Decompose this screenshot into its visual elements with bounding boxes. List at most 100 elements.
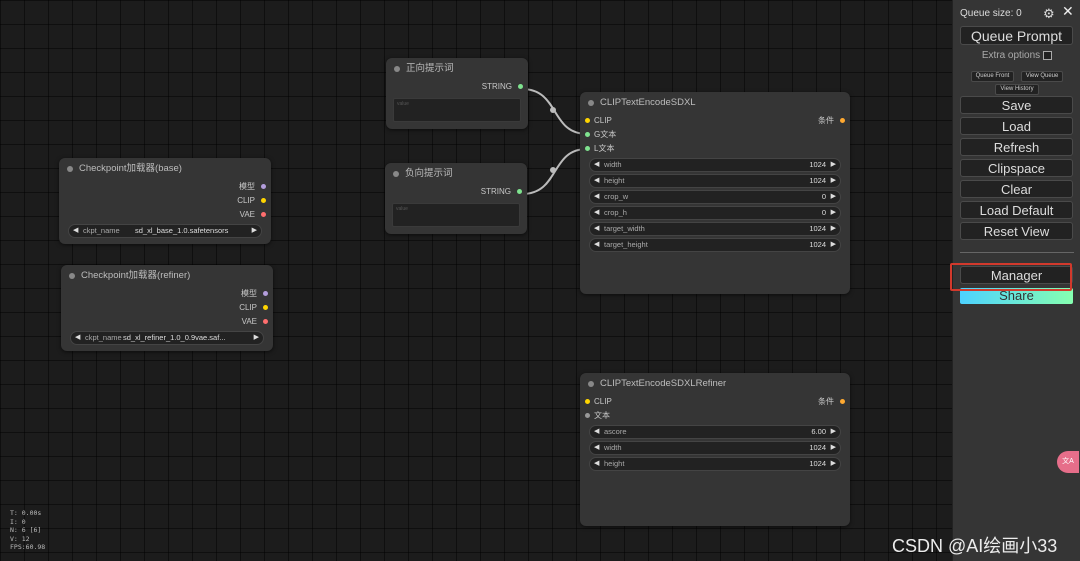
- node-title[interactable]: 正向提示词: [386, 58, 528, 80]
- refresh-button[interactable]: Refresh: [960, 138, 1073, 156]
- socket-conditioning[interactable]: [840, 118, 845, 123]
- node-title[interactable]: 负向提示词: [385, 163, 527, 185]
- input-g-text[interactable]: G文本: [580, 128, 850, 142]
- prompt-textarea[interactable]: value: [393, 98, 521, 122]
- arrow-right-icon[interactable]: ▶: [831, 442, 836, 454]
- node-title[interactable]: CLIPTextEncodeSDXL: [580, 92, 850, 114]
- extra-options-checkbox[interactable]: [1043, 50, 1053, 60]
- node-clip-text-encode-sdxl-refiner[interactable]: CLIPTextEncodeSDXLRefiner CLIP 条件 文本 ◀ as…: [580, 373, 850, 526]
- widget-target-height[interactable]: ◀ target_height 1024 ▶: [589, 238, 841, 252]
- input-l-text[interactable]: L文本: [580, 142, 850, 156]
- collapse-dot[interactable]: [393, 171, 399, 177]
- output-conditioning[interactable]: 条件: [818, 114, 850, 128]
- arrow-right-icon[interactable]: ▶: [252, 225, 257, 237]
- node-positive-prompt[interactable]: 正向提示词 STRING value: [386, 58, 528, 129]
- load-default-button[interactable]: Load Default: [960, 201, 1073, 219]
- gear-icon[interactable]: ⚙: [1043, 6, 1055, 22]
- widget-crop-h[interactable]: ◀ crop_h 0 ▶: [589, 206, 841, 220]
- socket-string[interactable]: [585, 132, 590, 137]
- collapse-dot[interactable]: [394, 66, 400, 72]
- socket-vae[interactable]: [261, 212, 266, 217]
- socket-model[interactable]: [263, 291, 268, 296]
- share-button[interactable]: Share: [960, 288, 1073, 304]
- arrow-right-icon[interactable]: ▶: [831, 159, 836, 171]
- arrow-left-icon[interactable]: ◀: [594, 175, 599, 187]
- socket-string[interactable]: [517, 189, 522, 194]
- arrow-left-icon[interactable]: ◀: [594, 191, 599, 203]
- prompt-textarea[interactable]: value: [392, 203, 520, 227]
- socket-clip[interactable]: [585, 399, 590, 404]
- widget-ascore[interactable]: ◀ ascore 6.00 ▶: [589, 425, 841, 439]
- arrow-right-icon[interactable]: ▶: [831, 239, 836, 251]
- output-clip[interactable]: CLIP: [61, 301, 273, 315]
- socket-vae[interactable]: [263, 319, 268, 324]
- input-clip[interactable]: CLIP: [580, 114, 612, 128]
- arrow-left-icon[interactable]: ◀: [594, 159, 599, 171]
- collapse-dot[interactable]: [67, 166, 73, 172]
- extra-options[interactable]: Extra options: [953, 49, 1080, 63]
- clipspace-button[interactable]: Clipspace: [960, 159, 1073, 177]
- arrow-right-icon[interactable]: ▶: [831, 223, 836, 235]
- node-title[interactable]: Checkpoint加载器(base): [59, 158, 271, 180]
- output-string[interactable]: STRING: [385, 185, 527, 199]
- output-model[interactable]: 模型: [61, 287, 273, 301]
- arrow-right-icon[interactable]: ▶: [831, 175, 836, 187]
- arrow-right-icon[interactable]: ▶: [831, 426, 836, 438]
- output-conditioning[interactable]: 条件: [818, 395, 850, 409]
- output-string[interactable]: STRING: [386, 80, 528, 94]
- load-button[interactable]: Load: [960, 117, 1073, 135]
- widget-height[interactable]: ◀ height 1024 ▶: [589, 457, 841, 471]
- widget-crop-w[interactable]: ◀ crop_w 0 ▶: [589, 190, 841, 204]
- output-vae[interactable]: VAE: [59, 208, 271, 222]
- widget-target-width[interactable]: ◀ target_width 1024 ▶: [589, 222, 841, 236]
- arrow-left-icon[interactable]: ◀: [594, 239, 599, 251]
- graph-canvas[interactable]: Checkpoint加载器(base) 模型 CLIP VAE ◀ ckpt_n…: [0, 0, 952, 561]
- ckpt-name-combo[interactable]: ◀ ckpt_name sd_xl_refiner_1.0_0.9vae.saf…: [70, 331, 264, 345]
- socket-model[interactable]: [261, 184, 266, 189]
- arrow-right-icon[interactable]: ▶: [831, 191, 836, 203]
- translate-badge[interactable]: 文A: [1057, 451, 1079, 473]
- view-history-button[interactable]: View History: [995, 84, 1039, 95]
- save-button[interactable]: Save: [960, 96, 1073, 114]
- node-checkpoint-base[interactable]: Checkpoint加载器(base) 模型 CLIP VAE ◀ ckpt_n…: [59, 158, 271, 244]
- output-clip[interactable]: CLIP: [59, 194, 271, 208]
- socket-clip[interactable]: [263, 305, 268, 310]
- arrow-left-icon[interactable]: ◀: [594, 426, 599, 438]
- arrow-left-icon[interactable]: ◀: [594, 458, 599, 470]
- collapse-dot[interactable]: [588, 381, 594, 387]
- socket-clip[interactable]: [261, 198, 266, 203]
- close-icon[interactable]: ✕: [1062, 3, 1074, 20]
- node-title[interactable]: Checkpoint加载器(refiner): [61, 265, 273, 287]
- collapse-dot[interactable]: [588, 100, 594, 106]
- arrow-left-icon[interactable]: ◀: [75, 332, 80, 344]
- socket-conditioning[interactable]: [840, 399, 845, 404]
- ckpt-name-combo[interactable]: ◀ ckpt_name sd_xl_base_1.0.safetensors ▶: [68, 224, 262, 238]
- output-vae[interactable]: VAE: [61, 315, 273, 329]
- socket-string[interactable]: [518, 84, 523, 89]
- collapse-dot[interactable]: [69, 273, 75, 279]
- input-text[interactable]: 文本: [580, 409, 850, 423]
- arrow-left-icon[interactable]: ◀: [594, 207, 599, 219]
- node-title[interactable]: CLIPTextEncodeSDXLRefiner: [580, 373, 850, 395]
- arrow-left-icon[interactable]: ◀: [73, 225, 78, 237]
- widget-width[interactable]: ◀ width 1024 ▶: [589, 158, 841, 172]
- arrow-right-icon[interactable]: ▶: [831, 207, 836, 219]
- socket-string[interactable]: [585, 146, 590, 151]
- socket-clip[interactable]: [585, 118, 590, 123]
- queue-prompt-button[interactable]: Queue Prompt: [960, 26, 1073, 45]
- node-checkpoint-refiner[interactable]: Checkpoint加载器(refiner) 模型 CLIP VAE ◀ ckp…: [61, 265, 273, 351]
- widget-height[interactable]: ◀ height 1024 ▶: [589, 174, 841, 188]
- arrow-left-icon[interactable]: ◀: [594, 442, 599, 454]
- arrow-right-icon[interactable]: ▶: [831, 458, 836, 470]
- input-clip[interactable]: CLIP: [580, 395, 612, 409]
- widget-width[interactable]: ◀ width 1024 ▶: [589, 441, 841, 455]
- socket-text[interactable]: [585, 413, 590, 418]
- clear-button[interactable]: Clear: [960, 180, 1073, 198]
- output-model[interactable]: 模型: [59, 180, 271, 194]
- manager-button[interactable]: Manager: [960, 266, 1073, 284]
- node-negative-prompt[interactable]: 负向提示词 STRING value: [385, 163, 527, 234]
- arrow-right-icon[interactable]: ▶: [254, 332, 259, 344]
- reset-view-button[interactable]: Reset View: [960, 222, 1073, 240]
- node-clip-text-encode-sdxl[interactable]: CLIPTextEncodeSDXL CLIP 条件 G文本 L文本 ◀ widt…: [580, 92, 850, 294]
- arrow-left-icon[interactable]: ◀: [594, 223, 599, 235]
